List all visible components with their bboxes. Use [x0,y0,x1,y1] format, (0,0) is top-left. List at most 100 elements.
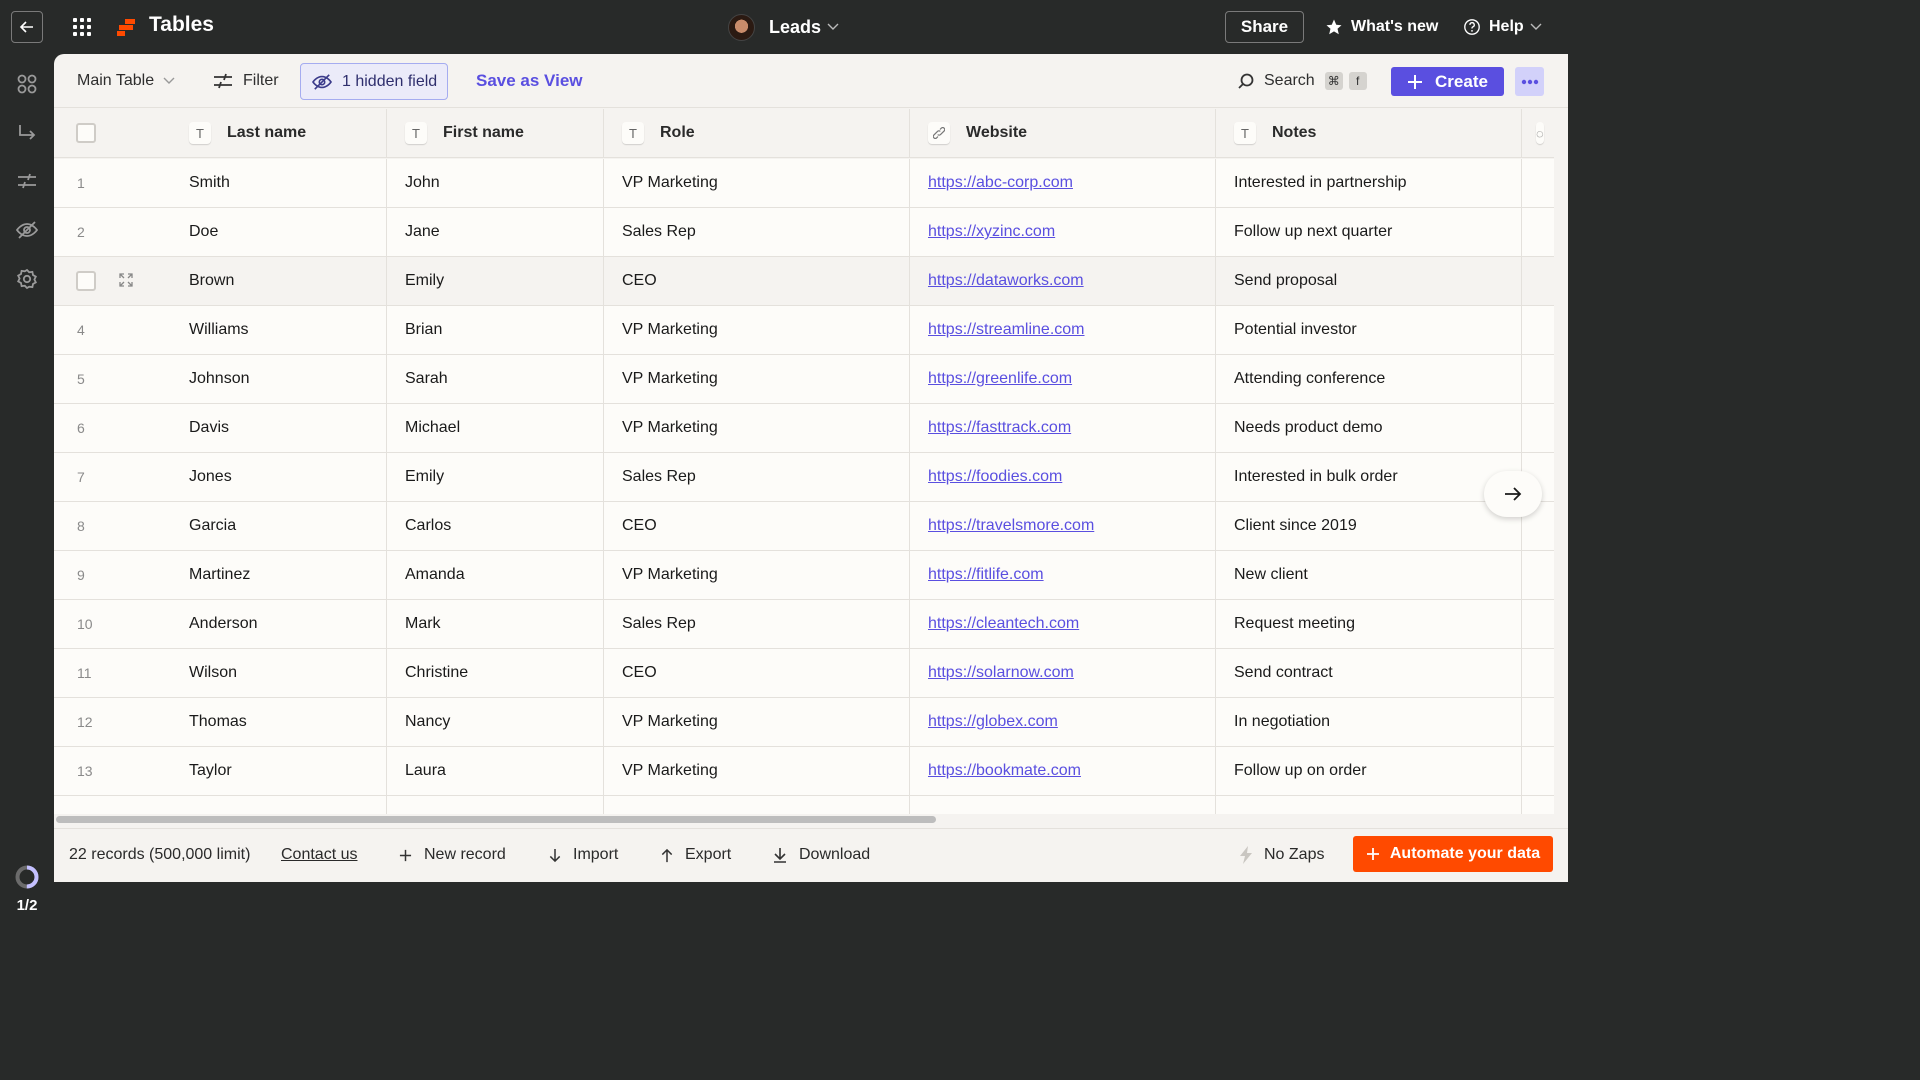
cell-first-name[interactable]: Carlos [387,502,604,550]
search-button[interactable]: Search ⌘ f [1237,63,1367,99]
column-header-notes[interactable]: T Notes [1216,109,1522,157]
cell-last-name[interactable]: Williams [169,306,387,354]
cell-last-name[interactable]: Johnson [169,355,387,403]
website-link[interactable]: https://fasttrack.com [928,419,1071,437]
expand-row-icon[interactable] [118,272,134,291]
apps-grid-button[interactable] [72,17,92,37]
table-row-partial[interactable] [54,796,1554,814]
column-header-role[interactable]: T Role [604,109,910,157]
table-row[interactable]: Brown Emily CEO https://dataworks.com Send p… [54,257,1554,306]
cell-notes[interactable]: Interested in bulk order [1216,453,1522,501]
cell-notes[interactable]: Request meeting [1216,600,1522,648]
table-row[interactable]: 6 Davis Michael VP Marketing https://fasttra… [54,404,1554,453]
cell-first-name[interactable]: Michael [387,404,604,452]
table-row[interactable]: 9 Martinez Amanda VP Marketing https://fitli… [54,551,1554,600]
cell-last-name[interactable]: Martinez [169,551,387,599]
cell-partial[interactable] [1522,649,1554,697]
cell-role[interactable]: Sales Rep [604,453,910,501]
cell-website[interactable]: https://travelsmore.com [910,502,1216,550]
cell-partial[interactable] [1522,747,1554,795]
cell-notes[interactable]: Interested in partnership [1216,159,1522,207]
more-options-button[interactable] [1515,67,1544,96]
column-header-last-name[interactable]: T Last name [169,109,387,157]
cell-website[interactable]: https://globex.com [910,698,1216,746]
cell-partial[interactable] [1522,355,1554,403]
website-link[interactable]: https://solarnow.com [928,664,1074,682]
zap-flow-icon[interactable] [14,120,40,146]
column-header-partial[interactable]: ◌ [1522,109,1554,157]
scroll-right-button[interactable] [1484,471,1542,517]
visibility-off-icon[interactable] [14,217,40,243]
cell-notes[interactable]: Send contract [1216,649,1522,697]
website-link[interactable]: https://travelsmore.com [928,517,1094,535]
cell-last-name[interactable]: Brown [169,257,387,305]
cell-first-name[interactable]: Sarah [387,355,604,403]
zaps-status[interactable]: No Zaps [1240,842,1324,868]
cell-last-name[interactable]: Smith [169,159,387,207]
cell-first-name[interactable]: Laura [387,747,604,795]
website-link[interactable]: https://globex.com [928,713,1058,731]
cell-role[interactable]: CEO [604,649,910,697]
view-selector[interactable]: Main Table [77,63,175,99]
cell-role[interactable]: VP Marketing [604,698,910,746]
table-row[interactable]: 4 Williams Brian VP Marketing https://stream… [54,306,1554,355]
cell-role[interactable]: VP Marketing [604,404,910,452]
cell-role[interactable]: VP Marketing [604,306,910,354]
new-record-button[interactable]: New record [399,842,506,868]
table-row[interactable]: 11 Wilson Christine CEO https://solarnow.com… [54,649,1554,698]
cell-first-name[interactable]: Christine [387,649,604,697]
cell-last-name[interactable]: Doe [169,208,387,256]
table-row[interactable]: 5 Johnson Sarah VP Marketing https://greenli… [54,355,1554,404]
cell-first-name[interactable]: Emily [387,257,604,305]
table-row[interactable]: 8 Garcia Carlos CEO https://travelsmore.com C… [54,502,1554,551]
cell-website[interactable]: https://dataworks.com [910,257,1216,305]
table-row[interactable]: 10 Anderson Mark Sales Rep https://cleantech… [54,600,1554,649]
cell-last-name[interactable]: Thomas [169,698,387,746]
cell-notes[interactable]: Client since 2019 [1216,502,1522,550]
import-button[interactable]: Import [549,842,618,868]
export-button[interactable]: Export [661,842,731,868]
cell-partial[interactable] [1522,404,1554,452]
website-link[interactable]: https://dataworks.com [928,272,1084,290]
cell-website[interactable]: https://xyzinc.com [910,208,1216,256]
cell-role[interactable]: CEO [604,502,910,550]
cell-notes[interactable]: Needs product demo [1216,404,1522,452]
create-button[interactable]: Create [1391,67,1504,96]
filter-icon[interactable] [14,168,40,194]
cell-website[interactable]: https://fasttrack.com [910,404,1216,452]
cell-partial[interactable] [1522,257,1554,305]
overview-icon[interactable] [14,71,40,97]
table-row[interactable]: 13 Taylor Laura VP Marketing https://bookmat… [54,747,1554,796]
website-link[interactable]: https://xyzinc.com [928,223,1055,241]
cell-last-name[interactable]: Jones [169,453,387,501]
website-link[interactable]: https://greenlife.com [928,370,1072,388]
cell-role[interactable]: VP Marketing [604,159,910,207]
cell-last-name[interactable]: Davis [169,404,387,452]
website-link[interactable]: https://fitlife.com [928,566,1044,584]
select-all-checkbox[interactable] [76,123,96,143]
filter-button[interactable]: Filter [213,63,279,99]
cell-partial[interactable] [1522,551,1554,599]
cell-notes[interactable]: Send proposal [1216,257,1522,305]
cell-last-name[interactable]: Anderson [169,600,387,648]
download-button[interactable]: Download [773,842,870,868]
cell-first-name[interactable]: John [387,159,604,207]
cell-role[interactable]: Sales Rep [604,600,910,648]
cell-website[interactable]: https://cleantech.com [910,600,1216,648]
cell-partial[interactable] [1522,698,1554,746]
cell-notes[interactable]: Follow up on order [1216,747,1522,795]
cell-role[interactable]: VP Marketing [604,747,910,795]
horizontal-scrollbar[interactable] [56,816,936,823]
cell-last-name[interactable]: Wilson [169,649,387,697]
cell-first-name[interactable]: Nancy [387,698,604,746]
column-header-website[interactable]: Website [910,109,1216,157]
cell-first-name[interactable]: Amanda [387,551,604,599]
cell-website[interactable]: https://foodies.com [910,453,1216,501]
share-button[interactable]: Share [1225,11,1304,43]
cell-website[interactable]: https://greenlife.com [910,355,1216,403]
cell-role[interactable]: Sales Rep [604,208,910,256]
cell-notes[interactable]: Follow up next quarter [1216,208,1522,256]
cell-notes[interactable]: Attending conference [1216,355,1522,403]
contact-us-link[interactable]: Contact us [281,842,357,868]
help-menu[interactable]: Help [1463,14,1550,40]
